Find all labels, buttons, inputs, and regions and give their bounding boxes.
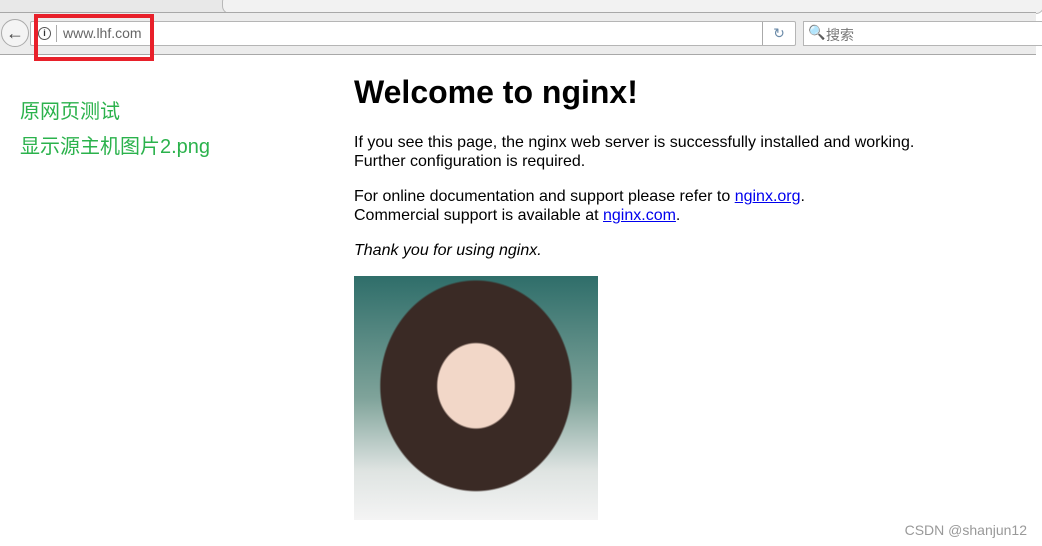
support-text: For online documentation and support ple… bbox=[354, 187, 954, 225]
tab-strip bbox=[0, 0, 1042, 14]
search-icon: 🔍 bbox=[808, 24, 826, 40]
back-arrow-icon: ← bbox=[6, 22, 24, 43]
search-input[interactable]: 🔍 搜索 bbox=[803, 21, 1042, 46]
link-original-page-test[interactable]: 原网页测试 bbox=[20, 95, 120, 124]
page-title: Welcome to nginx! bbox=[354, 74, 638, 110]
main-content: Welcome to nginx! If you see this page, … bbox=[354, 74, 954, 520]
commercial-text: Commercial support is available at bbox=[354, 207, 603, 224]
thanks-em: Thank you for using nginx. bbox=[354, 242, 542, 259]
browser-toolbar: ← i www.lhf.com ↻ 🔍 搜索 bbox=[0, 12, 1042, 55]
nginx-org-link[interactable]: nginx.org bbox=[735, 188, 801, 205]
intro-text: If you see this page, the nginx web serv… bbox=[354, 134, 915, 170]
reload-icon[interactable]: ↻ bbox=[762, 22, 795, 45]
period: . bbox=[675, 207, 681, 224]
watermark: CSDN @shanjun12 bbox=[904, 522, 1027, 538]
doc-text: For online documentation and support ple… bbox=[354, 188, 735, 205]
portrait-image bbox=[354, 276, 598, 520]
period: . bbox=[800, 188, 805, 205]
link-show-image[interactable]: 显示源主机图片2.png bbox=[20, 130, 210, 159]
nginx-com-link[interactable]: nginx.com bbox=[603, 207, 676, 224]
thanks-text: Thank you for using nginx. bbox=[354, 241, 954, 260]
url-highlight-box bbox=[34, 14, 154, 61]
search-placeholder: 搜索 bbox=[826, 27, 854, 43]
back-button[interactable]: ← bbox=[1, 19, 29, 47]
